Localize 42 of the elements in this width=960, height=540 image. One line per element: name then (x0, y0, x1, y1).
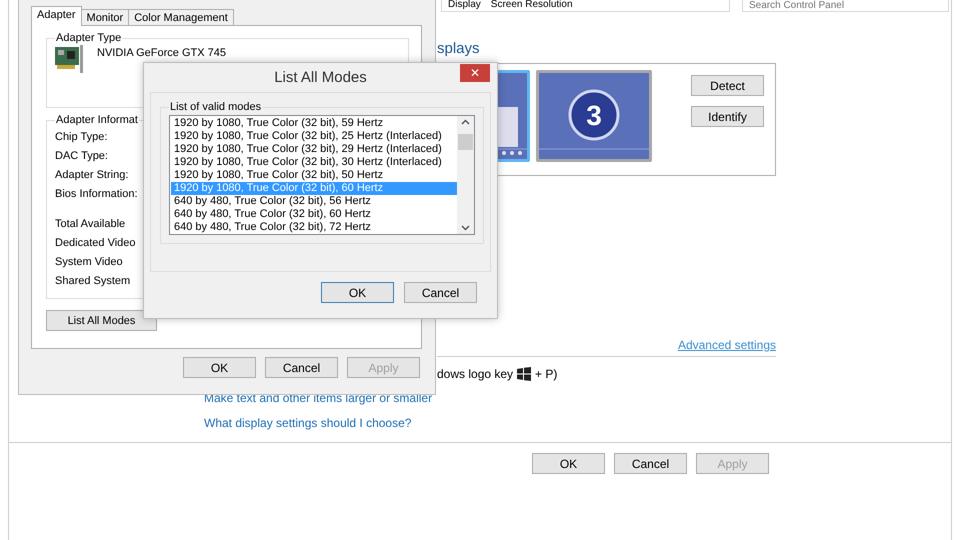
info-label: Chip Type: (55, 131, 108, 144)
dialog-button[interactable]: OK (183, 357, 256, 378)
info-label: Bios Information: (55, 188, 138, 201)
mode-item[interactable]: 1920 by 1080, True Color (32 bit), 30 Hertz (Interlaced) (171, 156, 457, 169)
mode-item[interactable]: 1920 by 1080, True Color (32 bit), 50 Hertz (171, 169, 457, 182)
mode-item[interactable]: 1920 by 1080, True Color (32 bit), 29 Hertz (Interlaced) (171, 143, 457, 156)
address-bar[interactable]: Display Screen Resolution (441, 0, 730, 12)
group-title: Adapter Type (55, 32, 122, 44)
dialog-button[interactable]: Cancel (265, 357, 338, 378)
mode-item[interactable]: 1920 by 1080, True Color (32 bit), 59 Hertz (171, 117, 457, 130)
section-heading: splays (437, 40, 481, 57)
mode-item[interactable]: 640 by 480, True Color (32 bit), 56 Hertz (171, 195, 457, 208)
info-label: System Video (55, 256, 123, 269)
info-label: Adapter String: (55, 169, 128, 182)
dialog-button[interactable]: OK (321, 282, 394, 303)
close-button[interactable]: ✕ (460, 64, 490, 82)
info-label: Shared System (55, 275, 130, 288)
help-link[interactable]: What display settings should I choose? (204, 416, 412, 430)
tab[interactable]: Adapter (31, 6, 82, 26)
breadcrumb-item[interactable]: Screen Resolution (490, 0, 573, 11)
dialog-button[interactable]: OK (532, 453, 605, 474)
info-label: DAC Type: (55, 150, 108, 163)
dialog-title: List All Modes (274, 69, 367, 86)
mode-item[interactable]: 640 by 480, True Color (32 bit), 60 Hertz (171, 208, 457, 221)
mode-item[interactable]: 1920 by 1080, True Color (32 bit), 25 Hertz (Interlaced) (171, 130, 457, 143)
mode-item[interactable]: 640 by 480, True Color (32 bit), 72 Hertz (171, 221, 457, 234)
group-title: List of valid modes (169, 101, 262, 113)
info-label: Total Available (55, 218, 126, 231)
dialog-button[interactable]: Cancel (614, 453, 687, 474)
monitor-icon[interactable]: 3 (535, 69, 653, 163)
info-label: Dedicated Video (55, 237, 136, 250)
group-title: Adapter Informat (55, 114, 139, 126)
shortcut-suffix: + P) (535, 367, 558, 381)
breadcrumb-item[interactable]: Display (448, 0, 481, 11)
adapter-name: NVIDIA GeForce GTX 745 (97, 47, 226, 60)
panel-button[interactable]: Detect (691, 75, 764, 96)
search-field[interactable]: Search Control Panel (742, 0, 949, 12)
shortcut-text: dows logo key (437, 367, 514, 381)
panel-button[interactable]: Identify (691, 106, 764, 127)
list-modes-button[interactable]: List All Modes (46, 310, 157, 331)
tab[interactable]: Color Management (128, 9, 234, 26)
dialog-button[interactable]: Cancel (404, 282, 477, 303)
